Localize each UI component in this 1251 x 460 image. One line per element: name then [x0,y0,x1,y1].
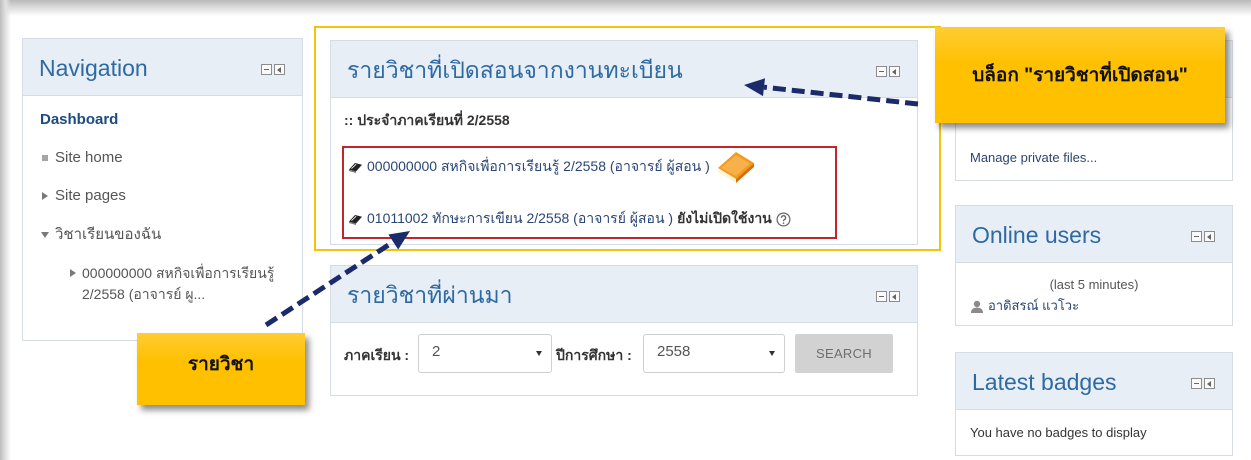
semester-label: ภาคเรียน : [344,347,410,363]
nav-item-site-home[interactable]: Site home [42,149,123,167]
past-courses-block-title: รายวิชาที่ผ่านมา [347,282,513,308]
past-courses-block: รายวิชาที่ผ่านมา ภาคเรียน : 2 ปีการศึกษา… [330,265,918,396]
block-controls [261,64,285,75]
dock-minimize-icon[interactable] [261,64,272,75]
search-button[interactable]: SEARCH [795,334,893,373]
nav-item-dashboard[interactable]: Dashboard [40,111,118,129]
chevron-down-icon [769,351,775,356]
latest-badges-block-title: Latest badges [972,369,1117,395]
year-label: ปีการศึกษา : [556,347,632,363]
block-controls [1191,231,1215,242]
dock-minimize-icon[interactable] [1191,231,1202,242]
dock-move-icon[interactable] [1204,378,1215,389]
dock-minimize-icon[interactable] [1191,378,1202,389]
online-users-period: (last 5 minutes) [1049,277,1139,292]
online-users-block-header: Online users [956,206,1232,263]
nav-item-label: วิชาเรียนของฉัน [55,226,162,243]
square-bullet-icon [42,155,48,161]
triangle-right-icon[interactable] [70,269,76,277]
online-users-block: Online users (last 5 minutes) อาดิสรณ์ แ… [955,205,1233,326]
nav-item-label: Site pages [55,187,126,204]
navigation-block-header: Navigation [23,39,302,96]
year-select[interactable]: 2558 [643,334,785,373]
navigation-block: Navigation Dashboard Site home Site page… [22,38,303,341]
nav-item-label: Site home [55,149,123,166]
nav-item-course[interactable]: 000000000 สหกิจเพื่อการเรียนรู้ 2/2558 (… [70,263,282,305]
dock-move-icon[interactable] [889,291,900,302]
past-courses-block-header: รายวิชาที่ผ่านมา [331,266,917,323]
triangle-right-icon[interactable] [42,192,48,200]
navigation-block-title: Navigation [39,55,148,81]
nav-item-label: 000000000 สหกิจเพื่อการเรียนรู้ 2/2558 (… [82,265,275,302]
window-shadow-left [0,0,11,460]
annotation-callout-course: รายวิชา [137,333,305,405]
annotation-highlight-outline [314,26,941,251]
manage-private-files-link[interactable]: Manage private files... [970,149,1097,167]
triangle-down-icon[interactable] [41,232,49,238]
online-users-block-title: Online users [972,222,1102,248]
annotation-callout-course-text: รายวิชา [187,354,255,375]
chevron-down-icon [536,351,542,356]
window-shadow-top [0,0,1251,16]
year-select-value: 2558 [657,343,691,360]
badges-empty-message: You have no badges to display [970,425,1147,440]
dock-move-icon[interactable] [1204,231,1215,242]
latest-badges-block: Latest badges You have no badges to disp… [955,352,1233,456]
online-user-item[interactable]: อาดิสรณ์ แวโวะ [970,297,1079,315]
semester-select[interactable]: 2 [418,334,552,373]
user-icon [970,300,988,313]
annotation-callout-block-text: บล็อก "รายวิชาที่เปิดสอน" [972,65,1188,86]
online-user-name[interactable]: อาดิสรณ์ แวโวะ [988,297,1079,315]
dock-move-icon[interactable] [274,64,285,75]
block-controls [876,291,900,302]
annotation-callout-block: บล็อก "รายวิชาที่เปิดสอน" [935,27,1225,123]
dock-minimize-icon[interactable] [876,291,887,302]
block-controls [1191,378,1215,389]
nav-item-my-courses[interactable]: วิชาเรียนของฉัน [41,226,161,244]
semester-select-value: 2 [432,343,441,360]
latest-badges-block-header: Latest badges [956,353,1232,410]
nav-item-site-pages[interactable]: Site pages [42,187,126,205]
user-icon-graphic [971,300,983,313]
